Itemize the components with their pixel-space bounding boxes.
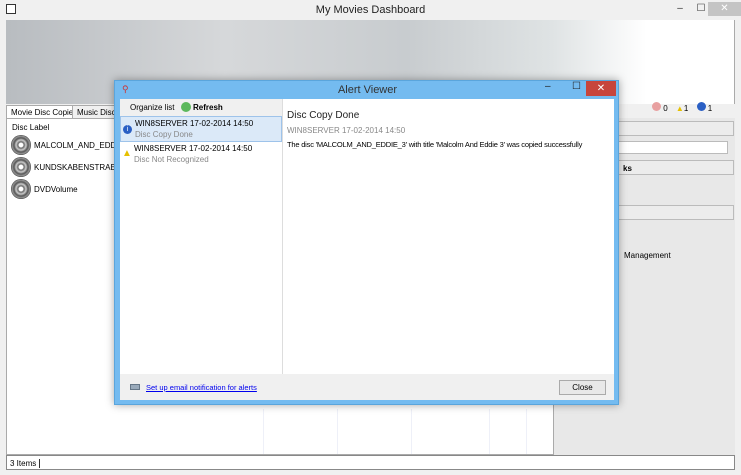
email-notification-link[interactable]: Set up email notification for alerts: [146, 383, 257, 392]
alert-subtitle: Disc Copy Done: [135, 130, 193, 139]
alert-list: Organize list Refresh i WIN8SERVER 17-02…: [120, 99, 283, 374]
window-title: My Movies Dashboard: [315, 4, 426, 16]
alert-viewer-dialog: ⚲ Alert Viewer ‒ ☐ ✕ Organize list Refre…: [114, 80, 619, 405]
dialog-maximize-button[interactable]: ☐: [572, 81, 581, 92]
alert-item[interactable]: ▲ WIN8SERVER 17-02-2014 14:50 Disc Not R…: [120, 142, 282, 168]
detail-message: The disc 'MALCOLM_AND_EDDIE_3' with titl…: [287, 140, 583, 149]
refresh-button[interactable]: Refresh: [193, 103, 223, 112]
disc-icon: [11, 135, 31, 155]
management-label[interactable]: Management: [624, 251, 671, 260]
column-divider: [263, 409, 264, 454]
minimize-button[interactable]: ‒: [669, 2, 691, 16]
refresh-icon: [181, 102, 191, 112]
disc-icon: [11, 157, 31, 177]
alert-counts[interactable]: 0 ▲1 1: [652, 102, 712, 113]
column-header-disc-label[interactable]: Disc Label: [12, 123, 49, 132]
detail-title: Disc Copy Done: [287, 110, 360, 121]
dialog-minimize-button[interactable]: ‒: [545, 81, 551, 92]
tab-movie-disc-copier[interactable]: Movie Disc Copier: [6, 105, 81, 119]
info-count: 1: [707, 104, 713, 113]
alert-header: WIN8SERVER 17-02-2014 14:50: [135, 119, 254, 128]
status-text: 3 Items: [10, 459, 41, 468]
close-button[interactable]: ✕: [708, 2, 741, 16]
column-divider: [489, 409, 490, 454]
info-icon: [696, 102, 706, 111]
warning-icon: ▲: [675, 104, 684, 113]
error-icon: [652, 102, 661, 111]
alert-header: WIN8SERVER 17-02-2014 14:50: [134, 144, 253, 153]
info-icon: i: [123, 125, 132, 134]
disc-icon: [11, 179, 31, 199]
dialog-body: Organize list Refresh i WIN8SERVER 17-02…: [120, 99, 614, 374]
alert-toolbar: Organize list Refresh: [120, 99, 282, 116]
column-divider: [526, 409, 527, 454]
column-divider: [411, 409, 412, 454]
email-icon: [130, 384, 140, 390]
main-titlebar: My Movies Dashboard ‒ ☐ ✕: [0, 0, 741, 20]
organize-list-button[interactable]: Organize list: [130, 103, 174, 112]
close-dialog-button[interactable]: Close: [559, 380, 606, 395]
warning-count: 1: [683, 104, 689, 113]
alert-item[interactable]: i WIN8SERVER 17-02-2014 14:50 Disc Copy …: [120, 116, 282, 142]
alert-subtitle: Disc Not Recognized: [134, 155, 209, 164]
detail-meta: WIN8SERVER 17-02-2014 14:50: [287, 126, 406, 135]
column-divider: [337, 409, 338, 454]
error-count: 0: [663, 104, 668, 113]
warning-icon: ▲: [122, 148, 132, 159]
status-bar: 3 Items: [6, 455, 735, 470]
disc-label: DVDVolume: [34, 185, 78, 194]
dialog-close-button[interactable]: ✕: [586, 81, 616, 96]
dialog-footer: Set up email notification for alerts Clo…: [120, 374, 614, 400]
